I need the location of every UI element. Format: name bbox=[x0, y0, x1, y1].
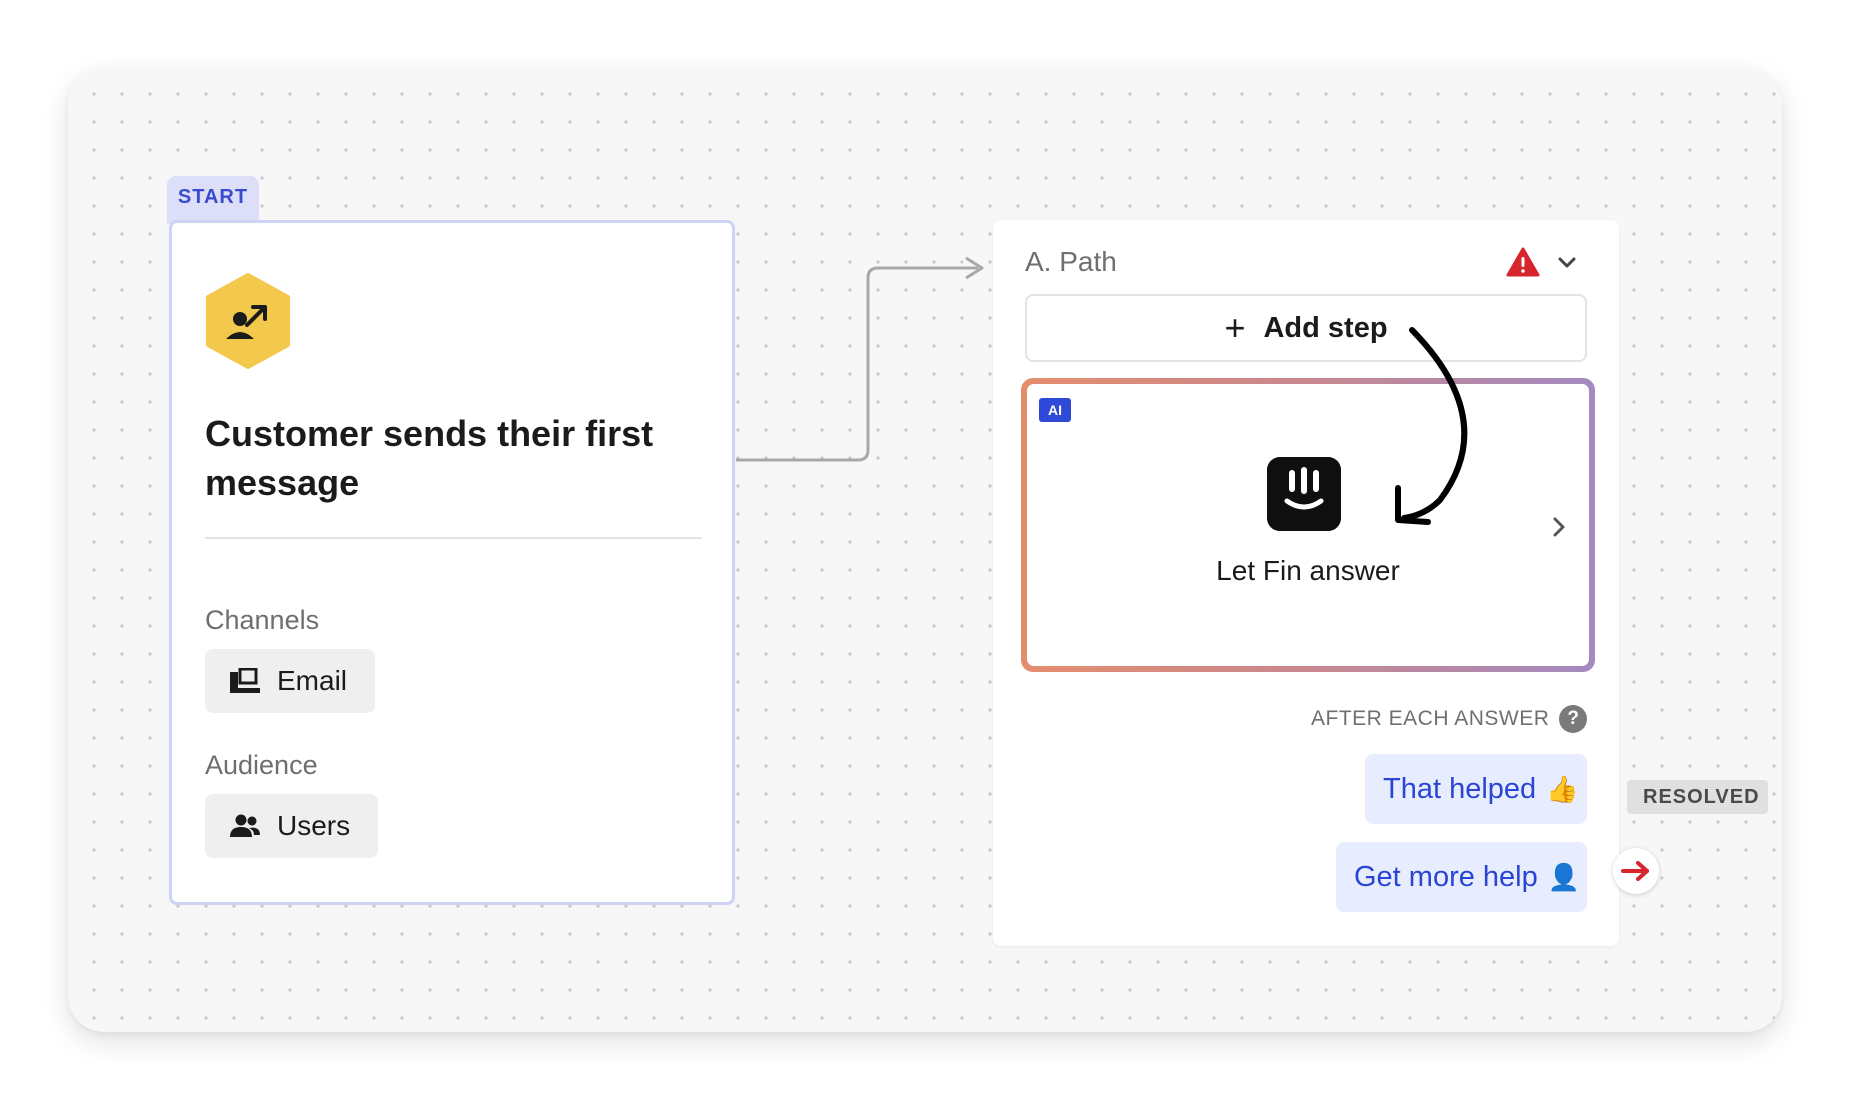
ai-badge: AI bbox=[1039, 398, 1071, 422]
reply-button-that-helped[interactable]: That helped 👍 bbox=[1365, 754, 1587, 824]
after-each-answer-label: AFTER EACH ANSWER ? bbox=[1311, 705, 1588, 733]
reply-label: Get more help bbox=[1354, 860, 1538, 893]
plus-icon: + bbox=[1224, 307, 1246, 348]
reply-button-get-more-help[interactable]: Get more help 👤 bbox=[1336, 842, 1587, 912]
fin-logo-icon bbox=[1267, 457, 1341, 531]
reply-label: That helped bbox=[1383, 772, 1537, 805]
arrow-right-icon bbox=[1621, 861, 1649, 881]
chevron-down-icon[interactable] bbox=[1557, 256, 1577, 270]
path-title: A. Path bbox=[1025, 246, 1117, 277]
audience-chip-users[interactable]: Users bbox=[205, 794, 379, 858]
person-icon: 👤 bbox=[1547, 861, 1581, 892]
audience-label: Audience bbox=[205, 750, 318, 780]
add-step-button[interactable]: + Add step bbox=[1025, 294, 1587, 362]
email-channel-icon bbox=[230, 668, 260, 693]
audience-chip-label: Users bbox=[277, 810, 351, 841]
channel-chip-email[interactable]: Email bbox=[205, 649, 376, 713]
fin-step-card[interactable]: AI Let Fin answer bbox=[1021, 378, 1595, 672]
chevron-right-icon[interactable] bbox=[1552, 516, 1566, 538]
trigger-hexagon-icon bbox=[206, 273, 290, 369]
path-card: A. Path + Add step AI Let Fin answer AFT… bbox=[993, 220, 1619, 946]
warning-icon[interactable] bbox=[1506, 247, 1540, 277]
next-path-connector[interactable] bbox=[1613, 848, 1659, 894]
users-icon bbox=[230, 814, 260, 837]
after-each-answer-text: AFTER EACH ANSWER bbox=[1311, 707, 1550, 730]
trigger-title: Customer sends their first message bbox=[205, 413, 654, 503]
resolved-tag: RESOLVED bbox=[1627, 780, 1768, 814]
add-step-label: Add step bbox=[1263, 311, 1388, 344]
channel-chip-label: Email bbox=[277, 665, 348, 696]
start-trigger-card[interactable]: Customer sends their first message Chann… bbox=[169, 220, 735, 905]
start-tab: START bbox=[167, 176, 259, 224]
thumbs-up-icon: 👍 bbox=[1546, 773, 1579, 804]
channels-label: Channels bbox=[205, 605, 320, 635]
divider bbox=[205, 537, 702, 539]
fin-step-label: Let Fin answer bbox=[1216, 555, 1400, 586]
fin-step-inner: AI Let Fin answer bbox=[1027, 384, 1589, 666]
help-icon[interactable]: ? bbox=[1559, 705, 1588, 733]
